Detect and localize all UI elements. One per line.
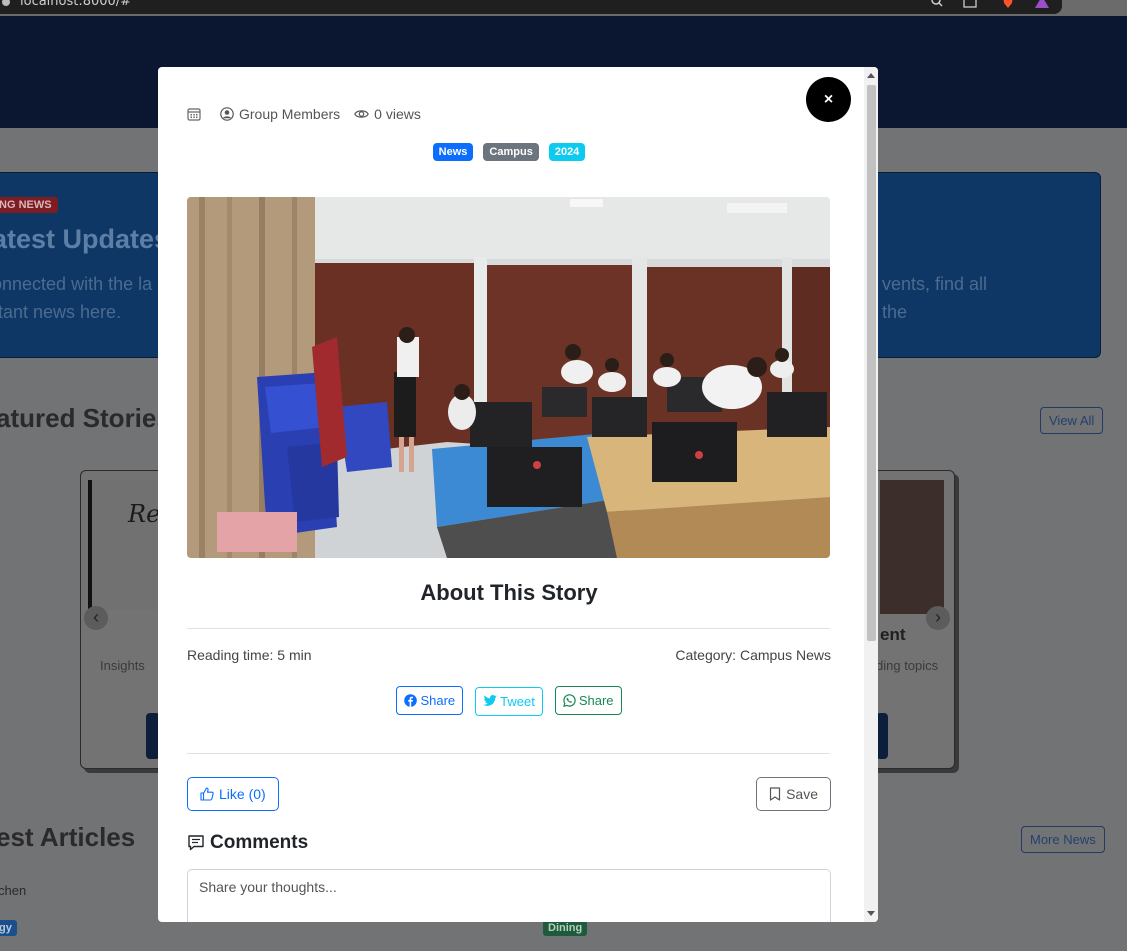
views-meta: 0 views (354, 106, 421, 122)
tag-campus[interactable]: Campus (483, 143, 539, 161)
more-news-button[interactable]: More News (1021, 826, 1105, 853)
scrollbar-thumb[interactable] (867, 85, 876, 641)
story-category: Category: Campus News (675, 647, 831, 663)
whatsapp-icon (562, 694, 576, 707)
carousel-right-text: ding topics (876, 658, 939, 673)
comment-icon (188, 835, 204, 851)
save-button[interactable]: Save (756, 777, 831, 811)
whatsapp-share-label: Share (578, 693, 614, 708)
facebook-icon (404, 694, 418, 707)
carousel-handwriting: Re (128, 500, 161, 528)
modal-scrollbar[interactable] (864, 67, 878, 922)
date-meta (187, 107, 206, 121)
twitter-icon (483, 695, 497, 706)
install-app-icon[interactable] (963, 0, 977, 8)
like-label: Like (0) (219, 786, 266, 802)
save-label: Save (786, 786, 818, 802)
author-name: Group Members (239, 106, 341, 122)
view-all-button[interactable]: View All (1040, 407, 1104, 434)
comment-input[interactable] (187, 869, 831, 922)
search-icon[interactable] (930, 0, 944, 8)
thumbs-up-icon (200, 787, 214, 801)
site-info-icon[interactable] (2, 0, 10, 6)
scroll-down-arrow[interactable] (867, 911, 875, 916)
about-story-heading: About This Story (420, 580, 598, 605)
person-circle-icon (220, 107, 234, 121)
hero-text-line-1: onnected with the la (0, 274, 153, 294)
comments-heading: Comments (187, 832, 308, 854)
author-meta: Group Members (220, 106, 340, 122)
brave-shield-icon[interactable] (1001, 0, 1015, 8)
comments-title: Comments (210, 832, 309, 853)
twitter-share-label: Tweet (500, 693, 535, 709)
tag-news[interactable]: News (432, 143, 474, 161)
carousel-right-title: ent (880, 625, 906, 644)
browser-toolbar: localhost:8000/# (0, 0, 1062, 14)
carousel-prev-button[interactable]: ‹ (84, 606, 108, 630)
carousel-image-right[interactable] (880, 480, 944, 614)
story-image (187, 197, 830, 558)
bookmark-icon (769, 787, 781, 801)
close-button[interactable]: × (806, 77, 851, 122)
latest-articles-title: est Articles (0, 822, 136, 852)
classroom-photo (187, 197, 830, 558)
eye-icon (354, 110, 370, 118)
facebook-share-label: Share (420, 693, 456, 708)
scroll-up-arrow[interactable] (867, 73, 875, 78)
whatsapp-share-button[interactable]: Share (554, 686, 622, 715)
reading-time: Reading time: 5 min (187, 647, 312, 663)
divider (187, 753, 830, 754)
hero-title: atest Updates (0, 224, 170, 254)
divider (187, 628, 830, 629)
featured-stories-title: atured Stories (0, 403, 171, 433)
story-modal: × Group Members 0 views News Campus 2024… (158, 67, 878, 922)
tag-2024[interactable]: 2024 (548, 143, 586, 161)
article-tag-right: Dining (543, 920, 588, 936)
views-count: 0 views (374, 106, 421, 122)
article-tag-left: gy (0, 920, 17, 936)
address-bar[interactable]: localhost:8000/# (20, 0, 131, 9)
story-meta: Group Members 0 views (187, 106, 435, 122)
hero-text-line-1-right: vents, find all the (882, 274, 988, 322)
share-buttons: Share Tweet Share (158, 686, 860, 716)
tag-list: News Campus 2024 (158, 143, 860, 161)
hero-text-line-2: rtant news here. (0, 302, 122, 322)
article-author: chen (0, 883, 27, 898)
carousel-left-text: Insights (100, 658, 145, 673)
calendar-icon (187, 108, 201, 121)
carousel-next-button[interactable]: › (926, 606, 950, 630)
like-button[interactable]: Like (0) (187, 777, 279, 811)
twitter-share-button[interactable]: Tweet (475, 686, 543, 716)
breaking-news-badge: ING NEWS (0, 197, 58, 213)
facebook-share-button[interactable]: Share (396, 686, 464, 715)
rewards-icon[interactable] (1035, 0, 1049, 8)
